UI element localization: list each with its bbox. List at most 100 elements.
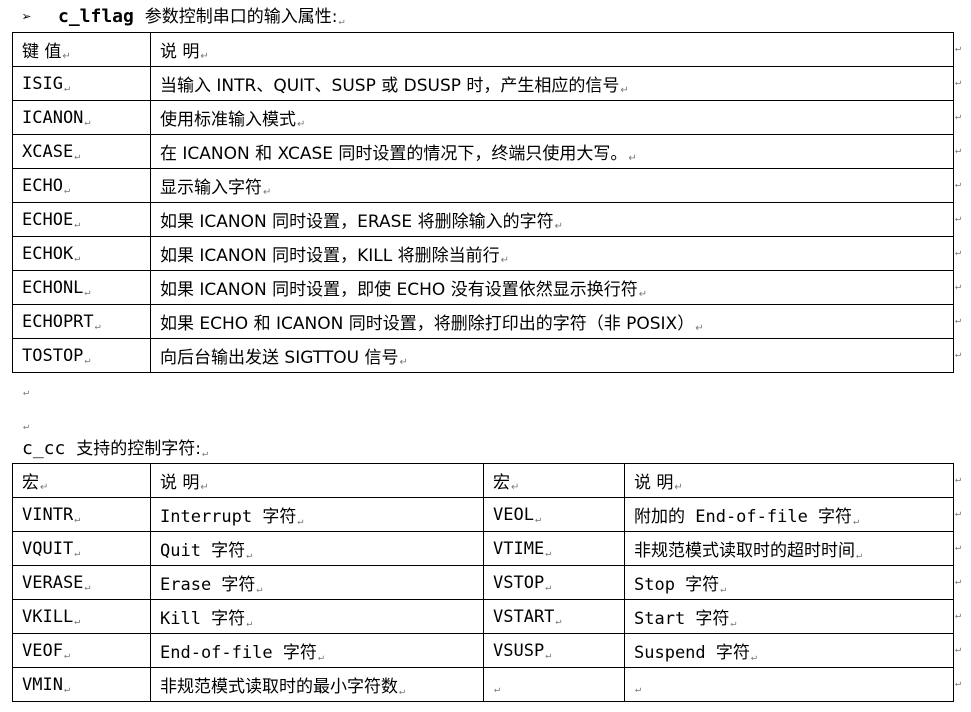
paragraph-mark-icon: ↵ [23, 421, 30, 432]
paragraph-mark-icon: ↵ [853, 516, 860, 527]
macro-name-cell: VTIME↵ [483, 531, 625, 566]
paragraph-mark-icon: ↵ [545, 547, 552, 559]
table-row: TOSTOP↵ 向后台输出发送 SIGTTOU 信号↵ [12, 338, 954, 373]
flag-desc: 显示输入字符 [160, 178, 262, 198]
macro-desc-cell: ↵ [624, 667, 954, 702]
macro-name-cell: VSTOP↵ [483, 565, 625, 600]
paragraph-mark-icon: ↵ [200, 51, 209, 62]
row-end-mark-icon: ↵ [955, 609, 962, 621]
paragraph-mark-icon: ↵ [399, 357, 408, 368]
table-row: ICANON↵ 使用标准输入模式↵ [12, 100, 954, 135]
paragraph-mark-icon: ↵ [545, 649, 552, 661]
paragraph-mark-icon: ↵ [554, 221, 563, 232]
macro-name-cell: VEOF↵ [12, 633, 151, 668]
flag-desc: 如果 ICANON 同时设置，KILL 将删除当前行 [160, 246, 500, 266]
flag-desc-cell: 使用标准输入模式↵ [150, 100, 954, 135]
macro-name: VKILL [22, 606, 74, 627]
macro-name: VSUSP [493, 640, 545, 661]
flag-desc-cell: 如果 ICANON 同时设置，ERASE 将删除输入的字符↵ [150, 202, 954, 237]
row-end-mark-icon: ↵ [955, 280, 962, 292]
macro-name: VEOF [22, 640, 63, 661]
macro-name-cell: VINTR↵ [12, 497, 151, 532]
macro-name: VTIME [493, 538, 545, 559]
paragraph-mark-icon: ↵ [84, 354, 91, 366]
paragraph-mark-icon: ↵ [620, 85, 629, 96]
row-end-mark-icon: ↵ [955, 677, 962, 689]
paragraph-mark-icon: ↵ [297, 119, 306, 130]
paragraph-mark-icon: ↵ [674, 482, 683, 493]
table-header-row: 键 值↵ 说 明↵ [12, 32, 954, 67]
header-macro-cell: 宏↵ [12, 463, 151, 498]
flag-key: XCASE [22, 141, 74, 162]
macro-desc-cell: Start 字符↵ [624, 599, 954, 634]
paragraph-mark-icon: ↵ [494, 683, 501, 695]
flag-desc-cell: 如果 ICANON 同时设置，KILL 将删除当前行↵ [150, 236, 954, 271]
paragraph-mark-icon: ↵ [256, 584, 263, 595]
macro-desc-cell: 非规范模式读取时的超时时间↵ [624, 531, 954, 566]
macro-desc-cell: Stop 字符↵ [624, 565, 954, 600]
row-end-mark-icon: ↵ [955, 314, 962, 326]
macro-name: VMIN [22, 674, 63, 695]
macro-name-cell: VSUSP↵ [483, 633, 625, 668]
macro-name: VSTART [493, 606, 555, 627]
macro-desc-cell: Erase 字符↵ [150, 565, 484, 600]
paragraph-mark-icon: ↵ [63, 649, 70, 661]
flag-desc-cell: 如果 ICANON 同时设置，即使 ECHO 没有设置依然显示换行符↵ [150, 270, 954, 305]
macro-name: VINTR [22, 504, 74, 525]
macro-desc-cell: End-of-file 字符↵ [150, 633, 484, 668]
paragraph-mark-icon: ↵ [317, 652, 324, 663]
paragraph-mark-icon: ↵ [534, 513, 541, 525]
macro-desc-cell: Kill 字符↵ [150, 599, 484, 634]
row-end-mark-icon: ↵ [955, 507, 962, 519]
flag-desc: 如果 ECHO 和 ICANON 同时设置，将删除打印出的字符（非 POSIX） [160, 314, 695, 334]
row-end-mark-icon: ↵ [955, 178, 962, 190]
paragraph-mark-icon: ↵ [63, 184, 70, 196]
paragraph-mark-icon: ↵ [263, 187, 272, 198]
paragraph-mark-icon: ↵ [23, 387, 30, 398]
table-header-row: 宏↵ 说 明↵ 宏↵ 说 明↵ [12, 463, 954, 498]
row-end-mark-icon: ↵ [955, 246, 962, 258]
row-end-mark-icon: ↵ [955, 212, 962, 224]
table-row: VQUIT↵ Quit 字符↵ VTIME↵ 非规范模式读取时的超时时间↵ [12, 531, 954, 566]
macro-desc: Suspend 字符 [634, 643, 750, 663]
flag-key-cell: ECHOK↵ [12, 236, 151, 271]
row-end-mark-icon: ↵ [955, 643, 962, 655]
paragraph-mark-icon: ↵ [638, 289, 648, 300]
macro-name-cell: VKILL↵ [12, 599, 151, 634]
macro-desc: Stop 字符 [634, 575, 720, 595]
paragraph-mark-icon: ↵ [511, 482, 520, 493]
flag-key: ECHOK [22, 243, 74, 264]
empty-line: ↵ [22, 412, 29, 432]
macro-name: VERASE [22, 572, 84, 593]
macro-desc-cell: 附加的 End-of-file 字符↵ [624, 497, 954, 532]
flag-desc: 向后台输出发送 SIGTTOU 信号 [160, 348, 399, 368]
macro-name-cell: VQUIT↵ [12, 531, 151, 566]
flag-desc-cell: 显示输入字符↵ [150, 168, 954, 203]
flag-desc-cell: 如果 ECHO 和 ICANON 同时设置，将删除打印出的字符（非 POSIX）… [150, 304, 954, 339]
section1-code: c_lflag [58, 6, 134, 27]
paragraph-mark-icon: ↵ [628, 153, 637, 164]
paragraph-mark-icon: ↵ [62, 51, 71, 62]
section2-heading: c_cc 支持的控制字符:↵ [22, 438, 208, 465]
paragraph-mark-icon: ↵ [40, 482, 49, 493]
row-end-mark-icon: ↵ [955, 348, 962, 360]
header-key: 键 值 [22, 42, 62, 62]
table-row: ECHO↵ 显示输入字符↵ [12, 168, 954, 203]
header-desc-cell: 说 明↵ [150, 463, 484, 498]
header-desc: 说 明 [634, 473, 674, 493]
paragraph-mark-icon: ↵ [246, 550, 253, 561]
macro-desc-cell: Quit 字符↵ [150, 531, 484, 566]
paragraph-mark-icon: ↵ [555, 615, 562, 627]
flag-desc: 如果 ICANON 同时设置，ERASE 将删除输入的字符 [160, 212, 554, 232]
header-desc-cell: 说 明↵ [624, 463, 954, 498]
macro-desc: Erase 字符 [160, 575, 256, 595]
table-row: VERASE ↵ Erase 字符↵ VSTOP↵ Stop 字符↵ [12, 565, 954, 600]
row-end-mark-icon: ↵ [955, 76, 962, 88]
paragraph-mark-icon: ↵ [84, 116, 91, 128]
paragraph-mark-icon: ↵ [635, 683, 642, 695]
row-end-mark-icon: ↵ [955, 144, 962, 156]
paragraph-mark-icon: ↵ [94, 320, 101, 332]
paragraph-mark-icon: ↵ [74, 252, 81, 264]
c-lflag-table: 键 值↵ 说 明↵ ISIG↵ 当输入 INTR、QUIT、SUSP 或 DSUSP … [12, 32, 954, 373]
flag-key: ISIG [22, 73, 63, 94]
